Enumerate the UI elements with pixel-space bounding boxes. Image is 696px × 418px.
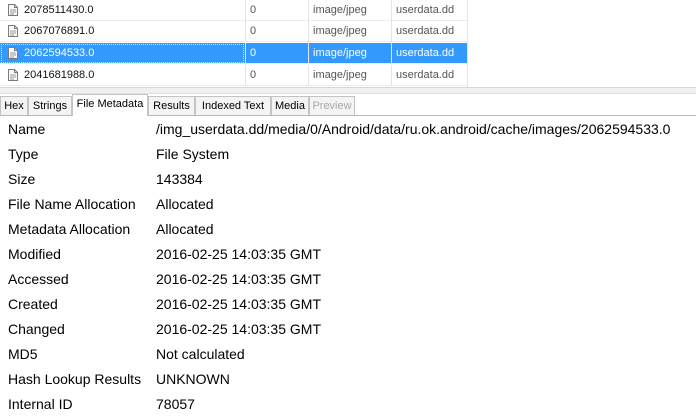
- content-viewer-tabs: Hex Strings File Metadata Results Indexe…: [0, 94, 696, 116]
- data-source-cell: userdata.dd: [391, 0, 467, 21]
- file-icon: [8, 46, 18, 60]
- table-row[interactable]: 2078511430.0 0 image/jpeg userdata.dd: [0, 0, 467, 21]
- metadata-key: File Name Allocation: [8, 196, 136, 212]
- data-source-cell: userdata.dd: [391, 65, 467, 86]
- file-name: 2062594533.0: [24, 47, 95, 59]
- mime-type-cell: image/jpeg: [308, 65, 391, 86]
- tab-hex[interactable]: Hex: [0, 96, 28, 115]
- file-size-cell: 0: [245, 21, 308, 42]
- metadata-value: 2016-02-25 14:03:35 GMT: [156, 296, 321, 312]
- file-name-cell[interactable]: 2041681988.0: [0, 65, 245, 86]
- tab-media[interactable]: Media: [271, 96, 309, 115]
- metadata-key: Modified: [8, 246, 61, 262]
- metadata-value: 2016-02-25 14:03:35 GMT: [156, 271, 321, 287]
- metadata-row-md5: MD5 Not calculated: [0, 342, 696, 367]
- file-name-cell[interactable]: 2062594533.0: [0, 43, 245, 64]
- file-list-table: 2078511430.0 0 image/jpeg userdata.dd 20…: [0, 0, 696, 87]
- metadata-row-changed: Changed 2016-02-25 14:03:35 GMT: [0, 317, 696, 342]
- metadata-row-metadata-allocation: Metadata Allocation Allocated: [0, 217, 696, 242]
- metadata-value: 2016-02-25 14:03:35 GMT: [156, 246, 321, 262]
- metadata-value: Allocated: [156, 221, 214, 237]
- mime-type-cell: image/jpeg: [308, 21, 391, 42]
- data-source-cell: userdata.dd: [391, 43, 467, 64]
- metadata-value: 143384: [156, 171, 203, 187]
- metadata-key: Created: [8, 296, 58, 312]
- metadata-row-hash-lookup-results: Hash Lookup Results UNKNOWN: [0, 367, 696, 392]
- metadata-row-accessed: Accessed 2016-02-25 14:03:35 GMT: [0, 267, 696, 292]
- file-name-cell[interactable]: 2078511430.0: [0, 0, 245, 21]
- table-row[interactable]: 2041681988.0 0 image/jpeg userdata.dd: [0, 65, 467, 86]
- tab-preview: Preview: [309, 96, 355, 115]
- metadata-key: Accessed: [8, 271, 69, 287]
- pane-splitter[interactable]: [0, 87, 696, 94]
- mime-type-cell: image/jpeg: [308, 0, 391, 21]
- metadata-key: Changed: [8, 321, 65, 337]
- mime-type-cell: image/jpeg: [308, 43, 391, 64]
- metadata-value: Allocated: [156, 196, 214, 212]
- tab-file-metadata[interactable]: File Metadata: [72, 94, 148, 116]
- tab-strings[interactable]: Strings: [28, 96, 72, 115]
- file-name: 2067076891.0: [24, 25, 95, 37]
- metadata-key: Metadata Allocation: [8, 221, 131, 237]
- file-size-cell: 0: [245, 0, 308, 21]
- file-icon: [8, 68, 18, 82]
- table-row[interactable]: 2067076891.0 0 image/jpeg userdata.dd: [0, 21, 467, 42]
- metadata-key: MD5: [8, 346, 38, 362]
- file-size-cell: 0: [245, 65, 308, 86]
- metadata-value: 78057: [156, 396, 195, 412]
- metadata-row-internal-id: Internal ID 78057: [0, 392, 696, 417]
- metadata-row-type: Type File System: [0, 142, 696, 167]
- file-name: 2041681988.0: [24, 69, 95, 81]
- metadata-value: UNKNOWN: [156, 371, 230, 387]
- metadata-row-size: Size 143384: [0, 167, 696, 192]
- tab-indexed-text[interactable]: Indexed Text: [195, 96, 271, 115]
- file-icon: [8, 24, 18, 38]
- file-name-cell[interactable]: 2067076891.0: [0, 21, 245, 42]
- metadata-row-created: Created 2016-02-25 14:03:35 GMT: [0, 292, 696, 317]
- data-source-cell: userdata.dd: [391, 21, 467, 42]
- metadata-key: Size: [8, 171, 36, 187]
- file-list-body: 2078511430.0 0 image/jpeg userdata.dd 20…: [0, 0, 468, 87]
- metadata-key: Name: [8, 121, 46, 137]
- metadata-key: Type: [8, 146, 39, 162]
- metadata-key: Internal ID: [8, 396, 73, 412]
- tab-results[interactable]: Results: [148, 96, 195, 115]
- metadata-row-file-name-allocation: File Name Allocation Allocated: [0, 192, 696, 217]
- file-name: 2078511430.0: [24, 4, 94, 16]
- metadata-value: File System: [156, 146, 230, 162]
- file-icon: [8, 3, 18, 17]
- metadata-row-modified: Modified 2016-02-25 14:03:35 GMT: [0, 242, 696, 267]
- metadata-value: 2016-02-25 14:03:35 GMT: [156, 321, 321, 337]
- metadata-row-name: Name/img_userdata.dd/media/0/Android/dat…: [0, 117, 696, 142]
- metadata-value: Not calculated: [156, 346, 245, 362]
- table-row-selected[interactable]: 2062594533.0 0 image/jpeg userdata.dd: [0, 43, 467, 64]
- metadata-key: Hash Lookup Results: [8, 371, 142, 387]
- file-size-cell: 0: [245, 43, 308, 64]
- metadata-value: /img_userdata.dd/media/0/Android/data/ru…: [156, 121, 671, 137]
